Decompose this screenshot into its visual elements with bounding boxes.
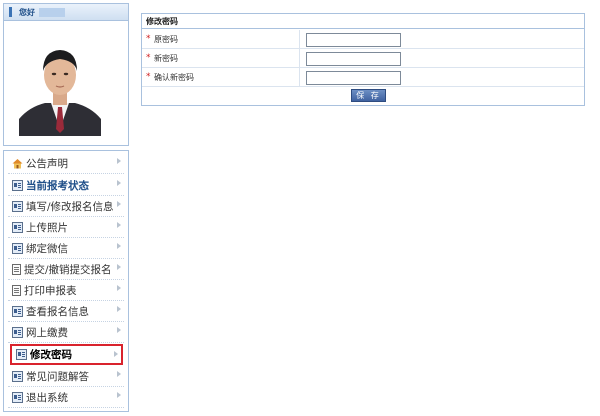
chevron-right-icon (117, 371, 121, 377)
card-icon (12, 391, 23, 403)
panel-title: 修改密码 (142, 14, 584, 29)
required-mark: * (146, 34, 151, 44)
chevron-right-icon (117, 392, 121, 398)
chevron-right-icon (117, 306, 121, 312)
menu-item-label: 上传照片 (26, 221, 68, 234)
required-mark: * (146, 72, 151, 82)
menu-item-label: 填写/修改报名信息 (26, 200, 114, 213)
menu-item-label: 公告声明 (26, 157, 68, 170)
card-icon (12, 200, 23, 212)
card-icon (12, 221, 23, 233)
menu-item-online-payment[interactable]: 网上缴费 (8, 322, 124, 343)
redacted-username (39, 8, 65, 17)
field-label: 确认新密码 (154, 73, 194, 82)
chevron-right-icon (117, 158, 121, 164)
menu-item-label: 查看报名信息 (26, 305, 89, 318)
menu-item-label: 修改密码 (30, 349, 72, 361)
menu-item-label: 绑定微信 (26, 242, 68, 255)
chevron-right-icon (117, 180, 121, 186)
form-row-confirm-password: * 确认新密码 (142, 68, 584, 87)
column-divider (299, 68, 300, 87)
card-icon (12, 326, 23, 338)
chevron-right-icon (117, 222, 121, 228)
confirm-password-field[interactable] (306, 71, 401, 85)
menu-item-edit-registration[interactable]: 填写/修改报名信息 (8, 196, 124, 217)
form-row-old-password: * 原密码 (142, 30, 584, 49)
chevron-right-icon (117, 285, 121, 291)
column-divider (299, 49, 300, 68)
save-button[interactable]: 保 存 (351, 89, 386, 102)
chevron-right-icon (117, 201, 121, 207)
menu-item-upload-photo[interactable]: 上传照片 (8, 217, 124, 238)
chevron-right-icon (117, 327, 121, 333)
field-label: 原密码 (154, 35, 178, 44)
menu-item-submit-registration[interactable]: 提交/撤销提交报名 (8, 259, 124, 280)
menu-item-label: 提交/撤销提交报名 (24, 263, 112, 276)
old-password-field[interactable] (306, 33, 401, 47)
card-icon (12, 305, 23, 317)
chevron-right-icon (117, 243, 121, 249)
menu-item-print-form[interactable]: 打印申报表 (8, 280, 124, 301)
menu-item-label: 打印申报表 (24, 284, 77, 297)
photo-box (3, 21, 129, 146)
home-icon (12, 158, 23, 168)
card-icon (16, 349, 27, 360)
welcome-bar: 您好 (3, 3, 129, 21)
card-icon (12, 242, 23, 254)
menu-item-label: 退出系统 (26, 391, 68, 404)
menu-item-logout[interactable]: 退出系统 (8, 387, 124, 408)
field-label: 新密码 (154, 54, 178, 63)
card-icon (12, 370, 23, 382)
menu-item-label: 当前报考状态 (26, 179, 89, 192)
avatar (19, 41, 101, 136)
menu-item-label: 网上缴费 (26, 326, 68, 339)
menu-item-current-status[interactable]: 当前报考状态 (8, 175, 124, 196)
menu-item-change-password[interactable]: 修改密码 (10, 344, 123, 365)
sidebar-menu: 公告声明 当前报考状态 填写/修改报名信息 上传照片 绑定微信 提交/撤销提交报… (3, 150, 129, 412)
required-mark: * (146, 53, 151, 63)
menu-item-announcement[interactable]: 公告声明 (8, 153, 124, 174)
new-password-field[interactable] (306, 52, 401, 66)
card-icon (12, 179, 23, 191)
menu-item-label: 常见问题解答 (26, 370, 89, 383)
welcome-accent-bar (9, 7, 12, 17)
chevron-right-icon (117, 264, 121, 270)
menu-item-view-registration[interactable]: 查看报名信息 (8, 301, 124, 322)
column-divider (299, 30, 300, 49)
document-icon (12, 263, 21, 275)
form-row-new-password: * 新密码 (142, 49, 584, 68)
menu-item-faq[interactable]: 常见问题解答 (8, 366, 124, 387)
menu-item-bind-wechat[interactable]: 绑定微信 (8, 238, 124, 259)
welcome-text: 您好 (19, 8, 35, 17)
document-icon (12, 284, 21, 296)
chevron-right-icon (114, 351, 118, 357)
change-password-panel: 修改密码 * 原密码 * 新密码 * 确认新密码 保 存 (141, 13, 585, 106)
form-actions: 保 存 (142, 86, 584, 105)
